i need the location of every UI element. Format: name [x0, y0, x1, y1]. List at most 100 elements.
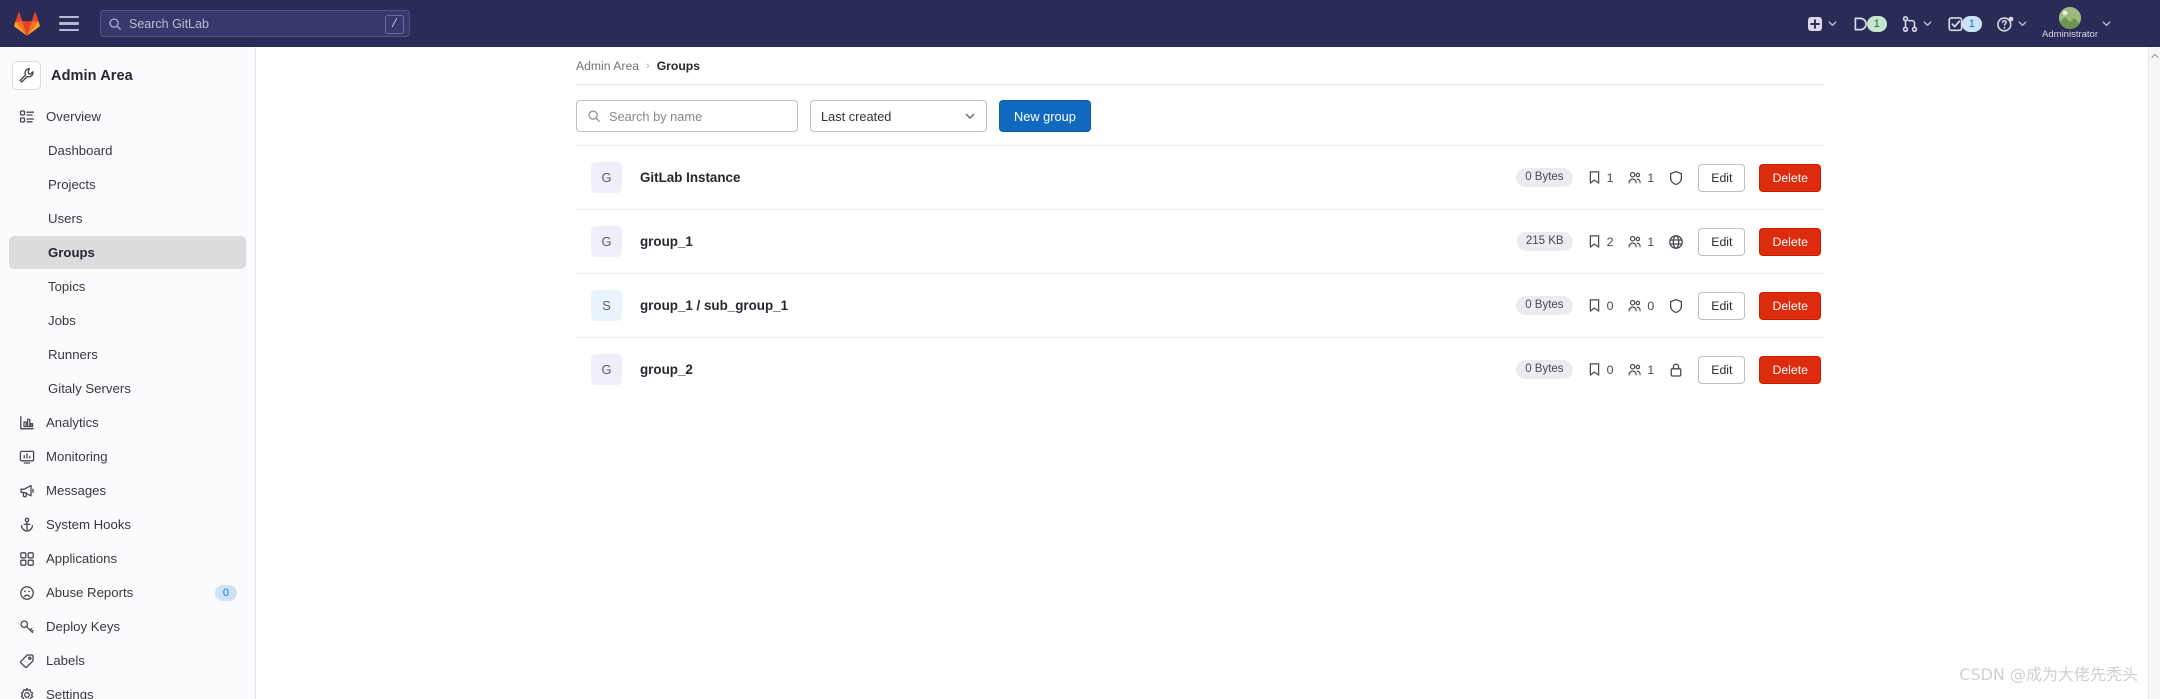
- group-name-link[interactable]: group_1 / sub_group_1: [640, 298, 788, 313]
- create-new-menu[interactable]: [1800, 10, 1844, 38]
- group-avatar: S: [591, 290, 622, 321]
- search-by-name-placeholder: Search by name: [609, 108, 703, 124]
- chevron-down-icon: [1923, 21, 1932, 27]
- sidebar-context-title: Admin Area: [51, 67, 133, 84]
- breadcrumb-root[interactable]: Admin Area: [576, 59, 639, 73]
- sidebar-item-deploy-keys[interactable]: Deploy Keys: [9, 610, 246, 643]
- members-stat: 1: [1627, 234, 1654, 249]
- sidebar-item-gitaly-servers[interactable]: Gitaly Servers: [9, 372, 246, 405]
- groups-toolbar: Search by name Last created New group: [576, 85, 1824, 145]
- table-row[interactable]: Ggroup_1 215 KB 2 1 Edit Delete: [576, 209, 1824, 273]
- sort-dropdown[interactable]: Last created: [810, 100, 987, 132]
- sidebar-item-topics[interactable]: Topics: [9, 270, 246, 303]
- table-row[interactable]: Sgroup_1 / sub_group_1 0 Bytes 0 0 Edit Delet…: [576, 273, 1824, 337]
- delete-button[interactable]: Delete: [1759, 355, 1821, 384]
- sidebar-item-applications[interactable]: Applications: [9, 542, 246, 575]
- sidebar-item-label: System Hooks: [46, 517, 132, 532]
- users-icon: [1628, 299, 1642, 312]
- users-icon: [1628, 171, 1642, 184]
- bookmark-icon: [1589, 235, 1599, 248]
- sort-dropdown-value: Last created: [821, 108, 892, 124]
- delete-button[interactable]: Delete: [1759, 291, 1821, 320]
- search-by-name-input[interactable]: Search by name: [576, 100, 798, 132]
- sidebar-item-label: Labels: [46, 653, 85, 668]
- group-name-link[interactable]: group_2: [640, 362, 693, 377]
- topbar-actions: 1 1 Administrator: [1800, 2, 2146, 45]
- gitlab-logo-icon[interactable]: [10, 7, 44, 41]
- question-circle-icon: [1997, 16, 2014, 32]
- grid-apps-icon: [18, 550, 35, 567]
- table-row[interactable]: Ggroup_2 0 Bytes 0 1 Edit Delete: [576, 337, 1824, 401]
- sidebar-item-projects[interactable]: Projects: [9, 168, 246, 201]
- issues-count-badge: 1: [1866, 15, 1887, 32]
- delete-button[interactable]: Delete: [1759, 227, 1821, 256]
- new-group-button[interactable]: New group: [999, 100, 1091, 132]
- storage-size-badge: 0 Bytes: [1516, 168, 1573, 187]
- bookmark-icon: [1589, 299, 1599, 312]
- breadcrumb: Admin Area › Groups: [256, 47, 2160, 73]
- monitor-icon: [18, 448, 35, 465]
- edit-button[interactable]: Edit: [1698, 291, 1746, 320]
- sidebar-item-dashboard[interactable]: Dashboard: [9, 134, 246, 167]
- storage-size-badge: 215 KB: [1516, 232, 1573, 251]
- sidebar-item-label: Jobs: [48, 313, 76, 328]
- sidebar-item-label: Deploy Keys: [46, 619, 121, 634]
- projects-stat: 0: [1587, 362, 1613, 377]
- members-count: 1: [1647, 362, 1655, 377]
- help-menu[interactable]: [1990, 10, 2034, 38]
- group-row-actions: 0 Bytes 1 1 Edit Delete: [1516, 163, 1823, 192]
- hamburger-menu-icon[interactable]: [52, 7, 86, 41]
- sidebar-item-label: Monitoring: [46, 449, 108, 464]
- bookmark-icon: [1589, 171, 1599, 184]
- edit-button[interactable]: Edit: [1698, 227, 1746, 256]
- merge-requests-menu[interactable]: [1895, 10, 1939, 38]
- edit-button[interactable]: Edit: [1698, 163, 1746, 192]
- user-menu[interactable]: Administrator: [2036, 2, 2118, 45]
- search-icon: [109, 17, 121, 30]
- group-avatar: G: [591, 162, 622, 193]
- sidebar-item-messages[interactable]: Messages: [9, 474, 246, 507]
- page-scrollbar[interactable]: [2148, 47, 2160, 699]
- group-name-link[interactable]: group_1: [640, 234, 693, 249]
- edit-button[interactable]: Edit: [1698, 355, 1746, 384]
- scroll-up-arrow-icon[interactable]: [2150, 51, 2160, 61]
- sidebar-item-labels[interactable]: Labels: [9, 644, 246, 677]
- sidebar-item-users[interactable]: Users: [9, 202, 246, 235]
- sidebar-item-abuse-reports[interactable]: Abuse Reports 0: [9, 576, 246, 609]
- delete-button[interactable]: Delete: [1759, 163, 1821, 192]
- chevron-down-icon: [2102, 21, 2111, 27]
- chart-bar-icon: [18, 414, 35, 431]
- users-icon: [1628, 235, 1642, 248]
- sidebar-item-settings[interactable]: Settings: [9, 678, 246, 699]
- sidebar-item-analytics[interactable]: Analytics: [9, 406, 246, 439]
- breadcrumb-separator: ›: [646, 60, 650, 72]
- group-name-link[interactable]: GitLab Instance: [640, 170, 740, 185]
- avatar[interactable]: Administrator: [2042, 7, 2098, 40]
- sidebar-item-system-hooks[interactable]: System Hooks: [9, 508, 246, 541]
- sad-face-icon: [18, 584, 35, 601]
- todos-menu[interactable]: 1: [1941, 10, 1988, 38]
- sidebar-item-label: Topics: [48, 279, 86, 294]
- user-name-label: Administrator: [2042, 29, 2098, 41]
- issues-menu[interactable]: 1: [1846, 10, 1893, 38]
- groups-list: G GitLab Instance 0 Bytes 1 1 Edit Delete Ggrou…: [576, 145, 1824, 401]
- sidebar-item-label: Runners: [48, 347, 98, 362]
- members-stat: 1: [1627, 362, 1654, 377]
- sidebar-item-monitoring[interactable]: Monitoring: [9, 440, 246, 473]
- sidebar-item-label: Messages: [46, 483, 107, 498]
- members-stat: 0: [1627, 298, 1654, 313]
- sidebar-context-header[interactable]: Admin Area: [0, 56, 255, 99]
- sidebar-item-groups[interactable]: Groups: [9, 236, 246, 269]
- search-input[interactable]: Search GitLab /: [100, 10, 410, 37]
- chevron-down-icon: [2018, 21, 2027, 27]
- table-row[interactable]: G GitLab Instance 0 Bytes 1 1 Edit Delete: [576, 145, 1824, 209]
- projects-count: 1: [1606, 170, 1614, 185]
- sidebar-item-runners[interactable]: Runners: [9, 338, 246, 371]
- watermark-text: CSDN @成为大佬先秃头: [1959, 665, 2138, 684]
- members-count: 1: [1647, 170, 1655, 185]
- overview-list-icon: [18, 108, 35, 125]
- projects-stat: 2: [1587, 234, 1613, 249]
- sidebar-item-overview[interactable]: Overview: [9, 100, 246, 133]
- sidebar-item-label: Dashboard: [48, 143, 113, 158]
- sidebar-item-jobs[interactable]: Jobs: [9, 304, 246, 337]
